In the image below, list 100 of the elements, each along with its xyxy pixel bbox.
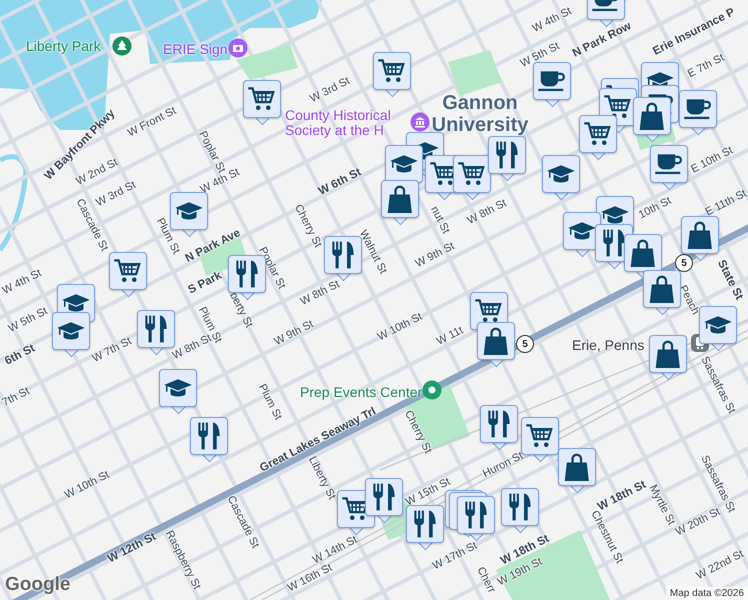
graduation-cap-icon xyxy=(174,201,204,221)
street-label: E 10th St xyxy=(689,144,735,176)
map-marker[interactable] xyxy=(190,417,228,463)
shopping-cart-icon xyxy=(113,259,143,283)
park-area xyxy=(448,50,502,96)
map-marker[interactable] xyxy=(558,448,596,494)
graduation-cap-icon xyxy=(163,378,193,398)
map-marker[interactable] xyxy=(633,97,671,143)
shopping-bag-icon xyxy=(638,102,666,130)
street-label: W 5th St xyxy=(6,305,50,335)
street-label: nut St xyxy=(428,204,452,236)
museum-icon[interactable] xyxy=(410,112,430,132)
map-marker[interactable] xyxy=(679,90,717,136)
shopping-cart-icon xyxy=(603,95,633,119)
shopping-bag-icon xyxy=(482,326,510,356)
street-label: W 6th St xyxy=(316,166,364,198)
map-marker[interactable] xyxy=(650,145,688,191)
graduation-cap-icon xyxy=(56,321,86,341)
street-label: W 12th St xyxy=(106,530,158,566)
map-marker[interactable] xyxy=(52,312,90,358)
graduation-cap-icon xyxy=(567,221,597,241)
place-label[interactable]: Prep Events Center xyxy=(300,384,422,400)
map-marker[interactable] xyxy=(480,405,518,451)
location-dot-icon[interactable] xyxy=(422,380,442,400)
shopping-cart-icon xyxy=(457,162,487,186)
shopping-cart-icon xyxy=(247,87,277,111)
fork-knife-icon xyxy=(602,228,626,258)
street-label: Plum St xyxy=(256,382,284,422)
coffee-cup-icon xyxy=(654,153,684,175)
tree-icon[interactable] xyxy=(112,36,132,56)
route-shield: 5 xyxy=(516,335,534,353)
street-label: berty St xyxy=(227,290,255,330)
fork-knife-icon xyxy=(372,482,396,512)
shopping-bag-icon xyxy=(564,452,590,482)
fork-knife-icon xyxy=(235,259,259,289)
place-label[interactable]: County Historical Society at the H xyxy=(285,108,405,138)
street-label: N Park Ave xyxy=(184,227,242,265)
street-label: W 4th St xyxy=(0,267,44,297)
street-label: W 16th St xyxy=(286,562,334,594)
park-area xyxy=(236,44,298,80)
fork-knife-icon xyxy=(413,509,437,539)
coffee-cup-icon xyxy=(537,70,567,92)
street-label: Plum St xyxy=(154,216,182,256)
map-marker[interactable] xyxy=(381,180,419,226)
place-label[interactable]: Liberty Park xyxy=(26,38,101,54)
graduation-cap-icon xyxy=(600,205,630,225)
street-label: W Front St xyxy=(126,104,178,140)
map-marker[interactable] xyxy=(243,80,281,126)
street-label: 6th St xyxy=(3,342,37,368)
map-marker[interactable] xyxy=(406,505,444,551)
street-label: State St xyxy=(714,258,746,302)
place-label[interactable]: ERIE Sign xyxy=(163,42,283,57)
map-marker[interactable] xyxy=(533,62,571,108)
place-label[interactable]: Erie, Penns xyxy=(572,337,644,353)
map-marker[interactable] xyxy=(365,478,403,524)
fork-knife-icon xyxy=(508,492,532,522)
shopping-cart-icon xyxy=(525,424,555,448)
map-marker[interactable] xyxy=(643,270,681,316)
fork-knife-icon xyxy=(495,140,519,170)
street-label: W 10th St xyxy=(62,468,112,502)
graduation-cap-icon xyxy=(61,293,91,313)
map-marker[interactable] xyxy=(563,212,601,258)
map-marker[interactable] xyxy=(477,322,515,368)
map-marker[interactable] xyxy=(159,369,197,415)
coffee-cup-icon xyxy=(683,98,713,120)
graduation-cap-icon xyxy=(703,315,733,335)
shopping-cart-icon xyxy=(377,59,407,83)
street-label: W 5th St xyxy=(518,40,562,70)
place-label[interactable]: Gannon University xyxy=(428,92,532,136)
street-label: W 22nd St xyxy=(694,548,746,582)
shopping-bag-icon xyxy=(686,220,714,250)
camera-icon[interactable] xyxy=(228,38,248,58)
map-marker[interactable] xyxy=(324,236,362,282)
map-marker[interactable] xyxy=(624,234,662,280)
street-label: W 8th St xyxy=(465,197,509,227)
fork-knife-icon xyxy=(197,421,221,451)
street-label: W 7th St xyxy=(90,335,134,365)
map-marker[interactable] xyxy=(453,155,491,201)
map-marker[interactable] xyxy=(488,136,526,182)
map-marker[interactable] xyxy=(373,52,411,98)
map-marker[interactable] xyxy=(457,496,495,542)
map-marker[interactable] xyxy=(109,252,147,298)
map-marker[interactable] xyxy=(501,488,539,534)
fork-knife-icon xyxy=(464,500,488,530)
fork-knife-icon xyxy=(144,314,168,344)
map-marker[interactable] xyxy=(542,155,580,201)
street-label: W 8th St xyxy=(298,278,342,308)
graduation-cap-icon xyxy=(546,164,576,184)
map-marker[interactable] xyxy=(699,306,737,352)
map-marker[interactable] xyxy=(649,335,687,381)
map-attribution: Map data ©2026 xyxy=(666,587,748,600)
map-marker[interactable] xyxy=(579,115,617,161)
street-label: W 3rd St xyxy=(308,74,352,106)
street-label: W 15th St xyxy=(404,476,452,508)
street-label: E 7th St xyxy=(686,52,726,80)
street-label: W 8th St xyxy=(170,332,214,362)
shopping-bag-icon xyxy=(386,184,414,214)
shopping-cart-icon xyxy=(474,299,504,323)
graduation-cap-icon xyxy=(389,154,419,174)
street-label: W 9th St xyxy=(272,318,316,348)
